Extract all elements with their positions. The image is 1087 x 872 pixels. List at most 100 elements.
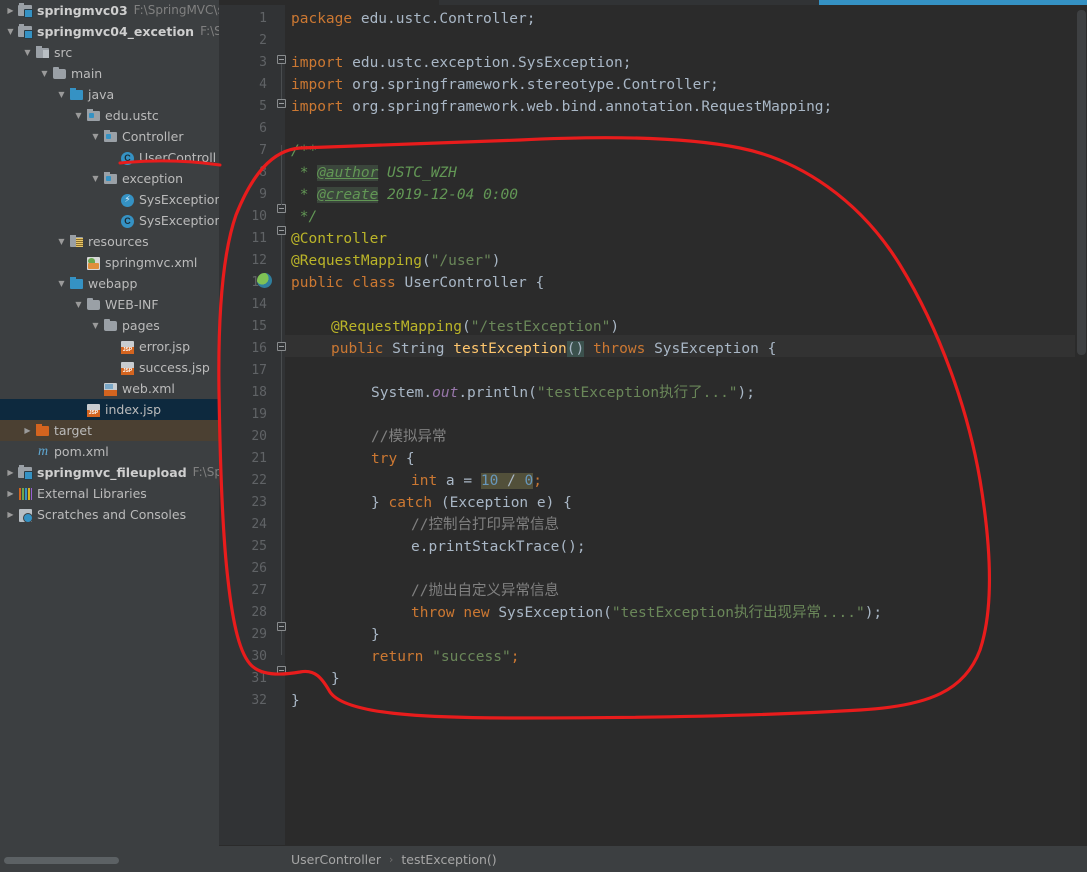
- chevron-down-icon[interactable]: ▼: [55, 84, 68, 105]
- tree-item-sysexception[interactable]: ▶ SysException: [0, 189, 219, 210]
- tree-item-exception[interactable]: ▼ exception: [0, 168, 219, 189]
- code-line-24: //控制台打印异常信息: [411, 514, 559, 536]
- module-icon-glyph: [18, 24, 33, 39]
- tree-spacer: ▶: [72, 252, 85, 273]
- spring-bean-gutter-icon[interactable]: [257, 273, 272, 288]
- module-icon: [17, 465, 34, 480]
- folder-icon: [85, 297, 102, 312]
- breadcrumb-method[interactable]: testException(): [401, 852, 496, 867]
- error-stripe-gutter[interactable]: [1075, 10, 1087, 818]
- tree-item-pages[interactable]: ▼ pages: [0, 315, 219, 336]
- code-text[interactable]: package edu.ustc.Controller; import edu.…: [285, 5, 1087, 845]
- chevron-down-icon[interactable]: ▼: [21, 42, 34, 63]
- tree-item-webapp[interactable]: ▼ webapp: [0, 273, 219, 294]
- tree-item-index-jsp[interactable]: ▶ index.jsp: [0, 399, 219, 420]
- tree-item-usercontroll[interactable]: ▶ UserControll: [0, 147, 219, 168]
- chevron-right-icon[interactable]: ▶: [4, 483, 17, 504]
- line-number-21: 21: [251, 451, 267, 466]
- tree-item-springmvc-xml[interactable]: ▶ springmvc.xml: [0, 252, 219, 273]
- package-icon-glyph: [87, 109, 100, 121]
- source-folder-icon: [34, 45, 51, 60]
- line-number-4: 4: [259, 77, 267, 92]
- tree-item-target[interactable]: ▶ target: [0, 420, 219, 441]
- folder-icon: [51, 66, 68, 81]
- tree-spacer: ▶: [89, 378, 102, 399]
- folder-icon: [102, 318, 119, 333]
- token-printstacktrace: e.printStackTrace();: [411, 539, 586, 555]
- package-icon: [102, 171, 119, 186]
- spring-config-icon-glyph: [87, 257, 100, 270]
- tree-item-web-xml[interactable]: ▶ web.xml: [0, 378, 219, 399]
- tree-item-label: springmvc_fileupload: [37, 465, 187, 480]
- tree-item-springmvc04-excetion[interactable]: ▼ springmvc04_excetion F:\Spri: [0, 21, 219, 42]
- tree-item-sysexception[interactable]: ▶ SysException: [0, 210, 219, 231]
- tree-item-java[interactable]: ▼ java: [0, 84, 219, 105]
- token-println: .println(: [458, 385, 537, 401]
- tree-item-web-inf[interactable]: ▼ WEB-INF: [0, 294, 219, 315]
- line-number-5: 5: [259, 99, 267, 114]
- chevron-right-icon[interactable]: ▶: [4, 504, 17, 525]
- tree-item-label: error.jsp: [139, 339, 191, 354]
- chevron-down-icon[interactable]: ▼: [55, 231, 68, 252]
- chevron-right-icon[interactable]: ▶: [4, 462, 17, 483]
- chevron-down-icon[interactable]: ▼: [89, 126, 102, 147]
- code-line-5: import org.springframework.web.bind.anno…: [291, 96, 832, 118]
- line-number-19: 19: [251, 407, 267, 422]
- tree-item-springmvc03[interactable]: ▶ springmvc03 F:\SpringMVC\s: [0, 0, 219, 21]
- tree-item-success-jsp[interactable]: ▶ success.jsp: [0, 357, 219, 378]
- code-line-20: //模拟异常: [371, 426, 446, 448]
- chevron-down-icon[interactable]: ▼: [89, 315, 102, 336]
- token-keyword: import: [291, 55, 344, 71]
- chevron-right-icon[interactable]: ▶: [21, 420, 34, 441]
- chevron-down-icon[interactable]: ▼: [72, 105, 85, 126]
- editor-gutter[interactable]: 1234567891011121314151617181920212223242…: [219, 5, 286, 845]
- line-number-10: 10: [251, 209, 267, 224]
- line-number-29: 29: [251, 627, 267, 642]
- tree-item-scratches-and-consoles[interactable]: ▶ Scratches and Consoles: [0, 504, 219, 525]
- code-line-12: @RequestMapping("/user"): [291, 253, 501, 269]
- tree-item-error-jsp[interactable]: ▶ error.jsp: [0, 336, 219, 357]
- java-source-folder-icon: [68, 87, 85, 102]
- chevron-down-icon[interactable]: ▼: [72, 294, 85, 315]
- tree-item-main[interactable]: ▼ main: [0, 63, 219, 84]
- fold-region-line-javadoc: [281, 145, 282, 205]
- editor-vertical-scrollbar[interactable]: [1077, 10, 1086, 355]
- sidebar-horizontal-scrollbar[interactable]: [4, 857, 119, 864]
- breadcrumb[interactable]: UserController › testException(): [219, 845, 1087, 872]
- chevron-right-icon[interactable]: ▶: [4, 0, 17, 21]
- tree-spacer: ▶: [106, 357, 119, 378]
- tree-item-external-libraries[interactable]: ▶ External Libraries: [0, 483, 219, 504]
- code-editor[interactable]: 1234567891011121314151617181920212223242…: [219, 5, 1087, 845]
- chevron-down-icon[interactable]: ▼: [4, 21, 17, 42]
- chevron-down-icon[interactable]: ▼: [89, 168, 102, 189]
- tree-item-label: springmvc.xml: [105, 255, 198, 270]
- breadcrumb-class[interactable]: UserController: [291, 852, 381, 867]
- module-icon-glyph: [18, 3, 33, 18]
- tree-item-pom-xml[interactable]: ▶ pom.xml: [0, 441, 219, 462]
- line-number-22: 22: [251, 473, 267, 488]
- token-javadoc-author-tag: @author: [317, 165, 379, 181]
- project-tree[interactable]: ▶ springmvc03 F:\SpringMVC\s ▼ springmvc04_e…: [0, 0, 219, 525]
- tree-item-resources[interactable]: ▼ resources: [0, 231, 219, 252]
- tree-item-springmvc-fileupload[interactable]: ▶ springmvc_fileupload F:\Spri: [0, 462, 219, 483]
- tree-item-label: java: [88, 87, 115, 102]
- token-comment-console: //控制台打印异常信息: [411, 517, 559, 533]
- token-semicolon: ;: [510, 649, 520, 665]
- token-keyword-catch: catch: [388, 495, 433, 511]
- tree-item-path: F:\Spri: [192, 465, 219, 479]
- chevron-down-icon[interactable]: ▼: [55, 273, 68, 294]
- line-number-18: 18: [251, 385, 267, 400]
- chevron-down-icon[interactable]: ▼: [38, 63, 51, 84]
- folder-icon-glyph: [53, 67, 66, 79]
- maven-pom-icon-glyph: [36, 444, 50, 459]
- code-line-22: int a = 10 / 0;: [411, 473, 542, 489]
- line-number-6: 6: [259, 121, 267, 136]
- java-class-icon-glyph: [121, 215, 134, 228]
- editor-area[interactable]: 1234567891011121314151617181920212223242…: [219, 0, 1087, 872]
- target-folder-icon-glyph: [36, 424, 49, 436]
- tree-item-src[interactable]: ▼ src: [0, 42, 219, 63]
- token-catch-expr: (Exception e) {: [432, 495, 572, 511]
- project-tree-panel[interactable]: ▶ springmvc03 F:\SpringMVC\s ▼ springmvc04_e…: [0, 0, 219, 872]
- tree-item-controller[interactable]: ▼ Controller: [0, 126, 219, 147]
- tree-item-edu-ustc[interactable]: ▼ edu.ustc: [0, 105, 219, 126]
